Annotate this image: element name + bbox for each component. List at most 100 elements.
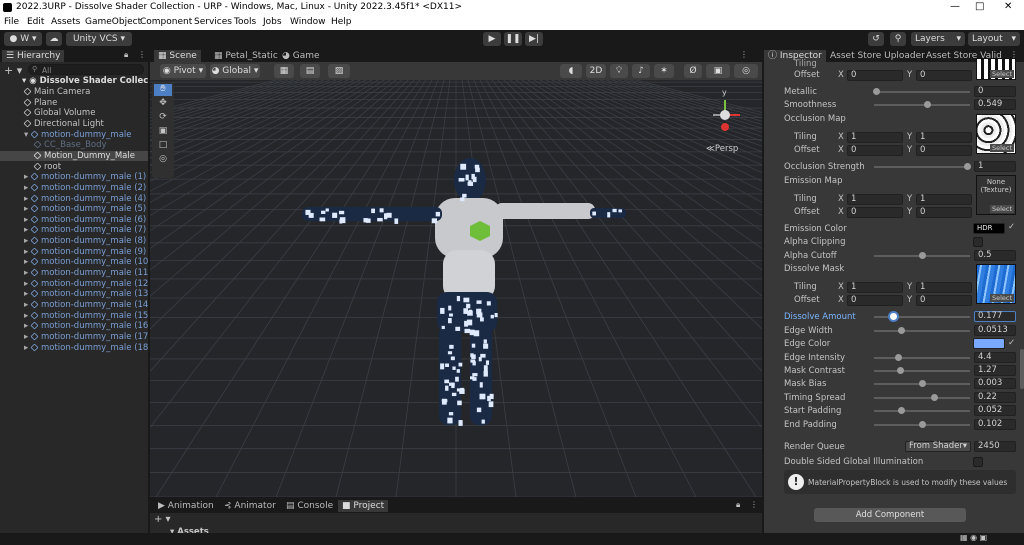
occlusion-strength-value[interactable]: 1 (974, 161, 1016, 172)
edge-intensity-slider[interactable] (874, 354, 970, 361)
occlusion-tiling-x[interactable]: 1 (847, 132, 903, 143)
expand-arrow-icon[interactable]: ▸ (24, 204, 31, 214)
account-button[interactable]: ● W ▾ (4, 32, 42, 46)
expand-arrow-icon[interactable]: ▸ (24, 300, 31, 310)
hierarchy-item[interactable]: ▸ motion-dummy_male (8) (0, 236, 148, 247)
hierarchy-item[interactable]: ▸ motion-dummy_male (17) (0, 332, 148, 343)
menu-services[interactable]: Services (194, 17, 232, 27)
layout-dropdown[interactable]: Layout ▾ (968, 32, 1020, 46)
scene-more-icon[interactable]: ⋮ (740, 50, 748, 59)
camera-settings-icon[interactable]: ▣ (706, 64, 730, 78)
effects-icon[interactable]: ✶ (654, 64, 674, 78)
menu-gameobject[interactable]: GameObject (85, 17, 141, 27)
smoothness-slider-knob[interactable] (923, 101, 931, 108)
expand-arrow-icon[interactable]: ▸ (24, 321, 31, 331)
tab-scene[interactable]: ▦ Scene (154, 50, 201, 62)
hand-tool-icon[interactable]: ✋︎ (154, 84, 172, 96)
menu-component[interactable]: Component (140, 17, 192, 27)
hidden-objects-icon[interactable]: Ø (684, 64, 702, 78)
orientation-gizmo[interactable]: y (713, 88, 740, 131)
tab-game[interactable]: ◕ Game (278, 50, 324, 62)
add-component-button[interactable]: Add Component (814, 508, 966, 522)
tab-animator[interactable]: ⊰ Animator (220, 500, 280, 512)
hierarchy-item[interactable]: CC_Base_Body (0, 140, 148, 151)
mask-contrast-value[interactable]: 1.27 (974, 365, 1016, 376)
lock-icon[interactable]: 🔒︎ (124, 50, 128, 60)
dissolve-mask-offset-x[interactable]: 0 (847, 295, 903, 306)
tab-asset-store-uploader[interactable]: Asset Store Uploader (826, 50, 929, 62)
metallic-slider[interactable] (872, 88, 970, 95)
hierarchy-item[interactable]: ▸ motion-dummy_male (18) (0, 343, 148, 354)
hierarchy-item[interactable]: ▸ motion-dummy_male (11) (0, 268, 148, 279)
expand-arrow-icon[interactable]: ▸ (24, 236, 31, 246)
occlusion-offset-x[interactable]: 0 (847, 145, 903, 156)
start-padding-slider[interactable] (874, 407, 970, 414)
hierarchy-item[interactable]: Global Volume (0, 108, 148, 119)
dissolve-mask-tiling-y[interactable]: 1 (916, 282, 972, 293)
hierarchy-item[interactable]: ▸ motion-dummy_male (4) (0, 194, 148, 205)
cloud-icon[interactable]: ☁ (46, 32, 62, 46)
tab-petal-static[interactable]: ▦ Petal_Static (210, 50, 282, 62)
tab-console[interactable]: ▤ Console (282, 500, 337, 512)
pause-icon[interactable]: ❚❚ (504, 32, 522, 46)
alpha-cutoff-slider[interactable] (874, 252, 970, 259)
hierarchy-item[interactable]: ▸ motion-dummy_male (2) (0, 183, 148, 194)
dissolve-character[interactable] (302, 158, 626, 426)
edge-width-value[interactable]: 0.0513 (974, 325, 1016, 336)
edge-intensity-value[interactable]: 4.4 (974, 352, 1016, 363)
more-icon[interactable]: ⋮ (138, 50, 146, 59)
alpha-cutoff-slider-knob[interactable] (919, 252, 926, 259)
start-padding-value[interactable]: 0.052 (974, 405, 1016, 416)
expand-arrow-icon[interactable]: ▸ (24, 225, 31, 235)
emission-offset-y[interactable]: 0 (916, 207, 972, 218)
top-offset-x[interactable]: 0 (847, 70, 903, 81)
dissolve-mask-thumbnail[interactable]: Select (976, 264, 1016, 304)
occlusion-map-thumbnail[interactable]: Select (976, 114, 1016, 154)
inspector-scrollbar[interactable] (1020, 349, 1024, 389)
hierarchy-item[interactable]: ▸ motion-dummy_male (15) (0, 311, 148, 322)
tab-animation[interactable]: ▶ Animation (154, 500, 218, 512)
mask-bias-slider-knob[interactable] (919, 380, 926, 387)
expand-arrow-icon[interactable]: ▸ (24, 172, 31, 182)
emission-color-swatch[interactable]: HDR (973, 223, 1005, 234)
expand-arrow-icon[interactable]: ▸ (24, 268, 31, 278)
hierarchy-item[interactable]: ▸ motion-dummy_male (9) (0, 247, 148, 258)
maximize-icon[interactable]: □ (975, 1, 984, 12)
layers-dropdown[interactable]: Layers ▾ (911, 32, 965, 46)
tab-hierarchy[interactable]: ☰ Hierarchy (2, 50, 65, 62)
expand-arrow-icon[interactable]: ▸ (24, 289, 31, 299)
emission-eyedropper-icon[interactable]: ✓ (1008, 222, 1015, 232)
hierarchy-item[interactable]: Main Camera (0, 87, 148, 98)
lighting-toggle-icon[interactable]: 💡︎ (610, 64, 628, 78)
audio-toggle-icon[interactable]: ♪ (632, 64, 650, 78)
end-padding-slider-knob[interactable] (919, 421, 926, 428)
scene-root[interactable]: ▾ ◉ Dissolve Shader Collec (0, 76, 148, 87)
menu-help[interactable]: Help (331, 17, 352, 27)
expand-arrow-icon[interactable]: ▸ (24, 257, 31, 267)
emission-offset-x[interactable]: 0 (847, 207, 903, 218)
search-icon[interactable]: ⚲ (890, 32, 906, 46)
alpha-clipping-checkbox[interactable] (973, 237, 983, 247)
menu-file[interactable]: File (4, 17, 19, 27)
top-offset-y[interactable]: 0 (916, 70, 972, 81)
emission-map-thumbnail[interactable]: None (Texture) Select (976, 175, 1016, 215)
hierarchy-item[interactable]: ▾ motion-dummy_male (0, 130, 148, 141)
hierarchy-item[interactable]: ▸ motion-dummy_male (12) (0, 279, 148, 290)
top-texture-thumbnail[interactable]: Select (976, 58, 1016, 80)
hierarchy-item[interactable]: ▸ motion-dummy_male (14) (0, 300, 148, 311)
shading-mode-icon[interactable]: ◖ (560, 64, 582, 78)
render-queue-mode[interactable]: From Shader ▾ (905, 441, 971, 452)
scene-viewport[interactable]: y ≪Persp ✋︎ ✥ ⟳ ▣ □ ◎ (150, 80, 762, 497)
metallic-slider-knob[interactable] (872, 88, 880, 95)
dissolve-amount-value[interactable]: 0.177 (974, 311, 1016, 322)
edge-eyedropper-icon[interactable]: ✓ (1008, 338, 1015, 348)
mask-bias-value[interactable]: 0.003 (974, 378, 1016, 389)
bottom-more-icon[interactable]: ⋮ (750, 500, 758, 509)
hierarchy-item[interactable]: root (0, 162, 148, 173)
edge-color-swatch[interactable] (973, 338, 1005, 349)
hierarchy-item[interactable]: Motion_Dummy_Male (0, 150, 148, 162)
history-icon[interactable]: ↺ (868, 32, 884, 46)
play-icon[interactable]: ▶ (483, 32, 501, 46)
end-padding-slider[interactable] (874, 421, 970, 428)
mode-2d-toggle[interactable]: 2D (586, 64, 606, 78)
